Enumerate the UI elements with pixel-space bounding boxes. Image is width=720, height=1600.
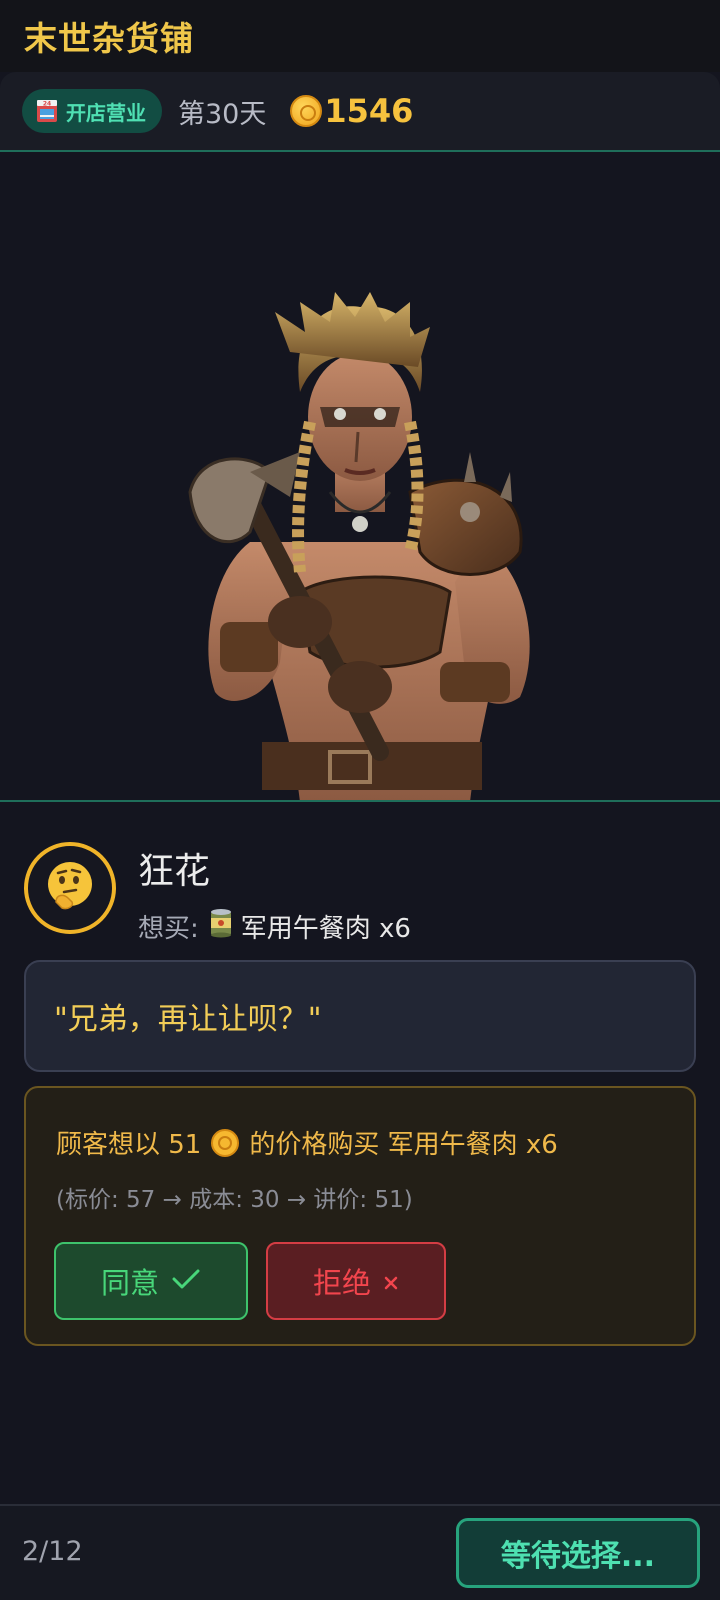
customer-name: 狂花 xyxy=(138,851,211,892)
customer-want: 想买: 军用午餐肉 x6 xyxy=(138,908,411,945)
customer-info: 狂花 想买: 军用午餐肉 x6 xyxy=(24,842,696,945)
customer-portrait xyxy=(188,292,530,800)
refuse-button[interactable]: 拒绝 xyxy=(266,1242,446,1320)
coin-amount: 1546 xyxy=(324,92,414,130)
close-icon xyxy=(383,1264,399,1298)
open-badge-label: 开店营业 xyxy=(66,100,146,125)
offer-summary: 顾客想以 51 的价格购买 军用午餐肉 x6 xyxy=(56,1124,558,1161)
status-bar: 24 开店营业 第30天 1546 xyxy=(0,72,720,152)
title-bar: 末世杂货铺 xyxy=(0,0,720,72)
agree-button[interactable]: 同意 xyxy=(54,1242,248,1320)
want-item: 军用午餐肉 x6 xyxy=(240,914,411,944)
store-icon: 24 xyxy=(36,99,58,123)
offer-prefix: 顾客想以 51 xyxy=(56,1130,202,1160)
want-label: 想买: xyxy=(138,914,199,944)
wait-label: 等待选择... xyxy=(500,1539,656,1574)
customer-page-indicator: 2/12 xyxy=(22,1536,83,1567)
offer-panel: 顾客想以 51 的价格购买 军用午餐肉 x6 (标价: 57 → 成本: 30 … xyxy=(24,1086,696,1346)
coin-balance: 1546 xyxy=(290,92,413,130)
coin-icon xyxy=(290,95,323,127)
checkmark-icon xyxy=(171,1264,201,1298)
shop-open-badge: 24 开店营业 xyxy=(22,89,162,133)
customer-dialogue: "兄弟，再让让呗？" xyxy=(24,960,696,1072)
day-counter: 第30天 xyxy=(178,98,267,130)
canned-food-icon xyxy=(209,908,233,945)
offer-suffix: 的价格购买 军用午餐肉 x6 xyxy=(249,1130,558,1160)
coin-icon xyxy=(211,1128,240,1157)
refuse-label: 拒绝 xyxy=(312,1266,371,1300)
footer-bar: 2/12 等待选择... xyxy=(0,1504,720,1600)
customer-portrait-area xyxy=(0,152,720,802)
waiting-selection-button[interactable]: 等待选择... xyxy=(456,1518,700,1588)
agree-label: 同意 xyxy=(100,1266,159,1300)
price-breakdown: (标价: 57 → 成本: 30 → 讲价: 51) xyxy=(56,1187,413,1213)
thinking-face-icon xyxy=(42,858,98,918)
game-title: 末世杂货铺 xyxy=(24,19,194,58)
svg-text:24: 24 xyxy=(43,101,51,108)
customer-avatar xyxy=(24,842,116,934)
dialogue-text: "兄弟，再让让呗？" xyxy=(54,1002,322,1037)
